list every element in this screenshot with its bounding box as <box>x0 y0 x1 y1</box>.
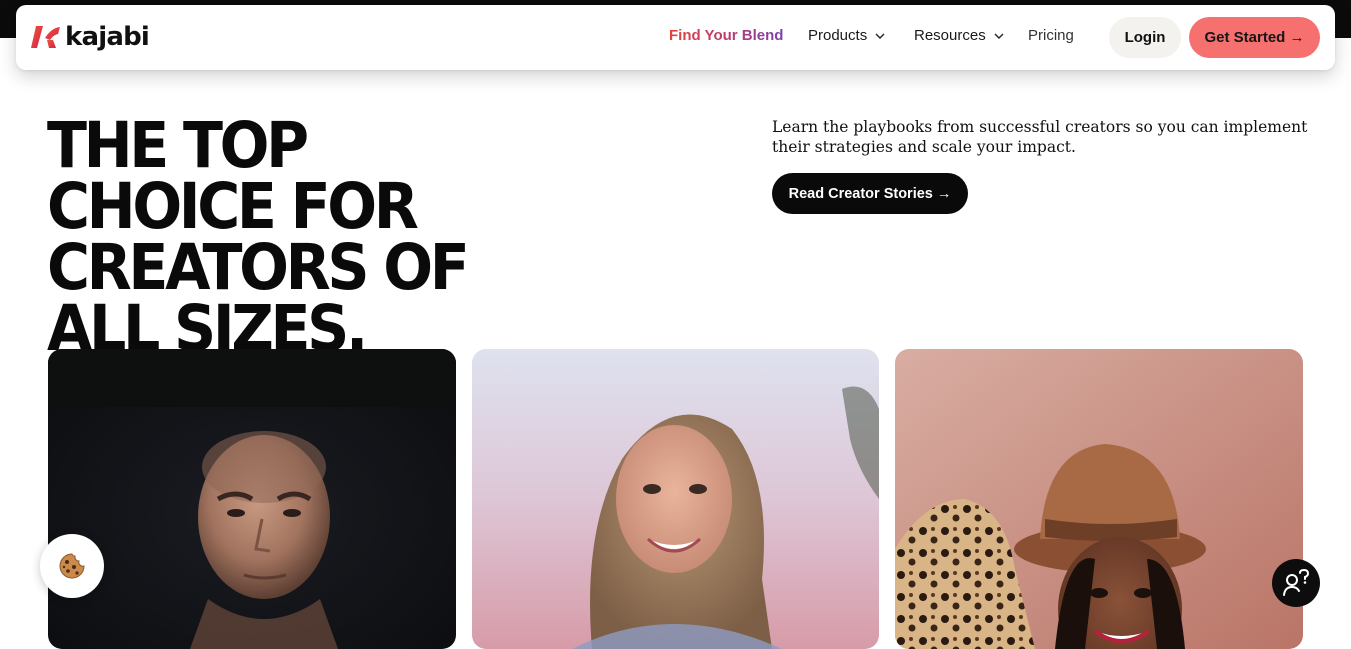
nav-resources[interactable]: Resources <box>914 27 1004 44</box>
hero-subtitle: Learn the playbooks from successful crea… <box>772 118 1308 156</box>
cookie-icon <box>59 553 85 579</box>
kajabi-k-mark-icon <box>31 26 60 48</box>
chevron-down-icon <box>994 33 1004 39</box>
cookie-settings-button[interactable] <box>40 534 104 598</box>
nav-resources-label: Resources <box>914 27 986 44</box>
creator-card[interactable] <box>48 349 456 649</box>
read-creator-stories-button[interactable]: Read Creator Stories → <box>772 173 968 214</box>
main-navbar: kajabi Find Your Blend Products Resource… <box>16 5 1335 70</box>
nav-find-your-blend[interactable]: Find Your Blend <box>669 27 783 44</box>
nav-products-label: Products <box>808 27 868 44</box>
nav-pricing[interactable]: Pricing <box>1028 27 1074 44</box>
creator-card[interactable] <box>895 349 1303 649</box>
logo-wordmark: kajabi <box>65 22 150 52</box>
creator-card[interactable] <box>472 349 879 649</box>
hero-title: THE TOP CHOICE FOR CREATORS OF ALL SIZES… <box>47 109 470 365</box>
get-started-button[interactable]: Get Started → <box>1189 17 1320 58</box>
creator-photo-woman-sunset <box>472 349 879 649</box>
chevron-down-icon <box>875 33 885 39</box>
kajabi-logo[interactable]: kajabi <box>31 21 150 53</box>
help-chat-icon <box>1283 568 1310 596</box>
help-chat-button[interactable] <box>1272 559 1320 607</box>
nav-products[interactable]: Products <box>808 27 885 44</box>
login-button[interactable]: Login <box>1109 17 1181 58</box>
creator-photo-man <box>48 349 456 649</box>
creator-photo-woman-hat <box>895 349 1303 649</box>
